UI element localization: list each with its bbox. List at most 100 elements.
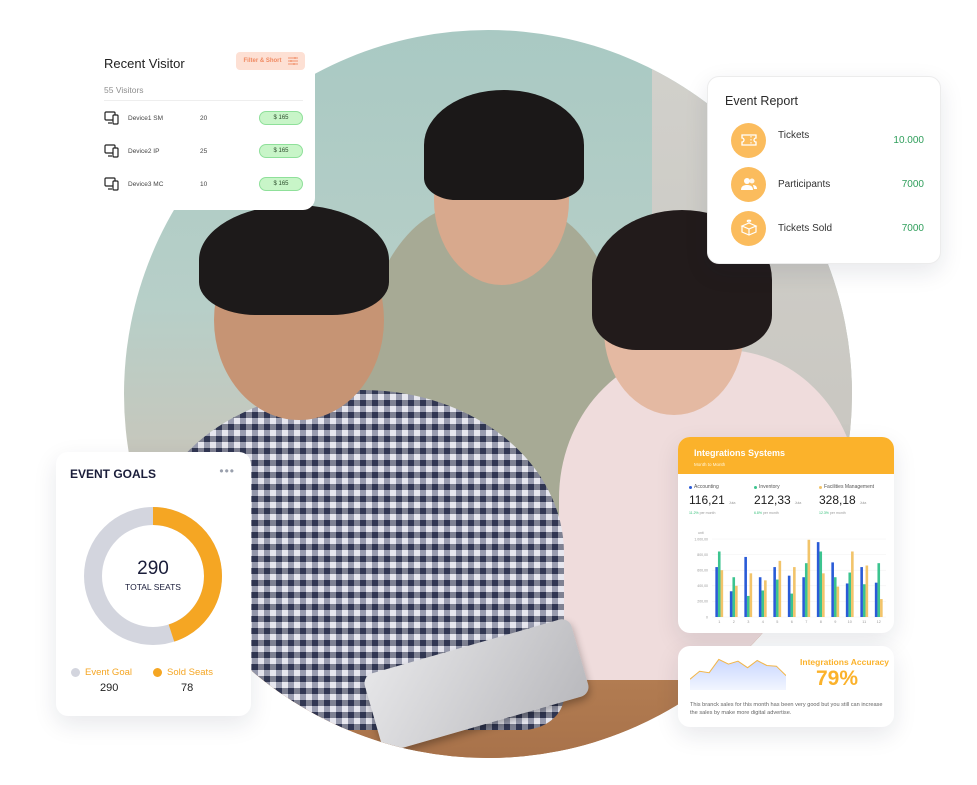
visitor-row[interactable]: Device3 MC 10 $ 165 (104, 174, 303, 194)
report-label: Tickets Sold (778, 222, 833, 234)
bar-facilities-management-6 (793, 567, 796, 617)
report-value: 10.000 (893, 134, 924, 146)
report-value: 7000 (901, 178, 924, 190)
device-amount-badge: $ 165 (259, 111, 303, 125)
metric-unit: Juta (728, 501, 736, 505)
bar-facilities-management-11 (865, 565, 869, 617)
x-tick-label: 6 (791, 620, 793, 624)
bar-inventory-7 (804, 563, 808, 617)
bar-accounting-4 (758, 577, 762, 617)
report-row-tickets-sold: Tickets Sold 7000 (731, 210, 924, 246)
sliders-icon (287, 57, 298, 65)
bar-inventory-11 (862, 584, 866, 617)
report-value: 7000 (901, 222, 924, 234)
bar-inventory-2 (732, 577, 736, 617)
box-icon (731, 210, 766, 246)
metric-dot (819, 485, 822, 489)
recent-visitor-title: Recent Visitor (104, 56, 185, 71)
legend-dot-sold-seats (153, 668, 162, 677)
bar-accounting-6 (787, 575, 791, 617)
metric-label: Facilities Management (824, 484, 875, 490)
metric-inventory: Inventory 212,33 Juta 6.8% per month (754, 484, 801, 515)
metric-value: 328,18 (819, 493, 856, 507)
accuracy-description: This branck sales for this month has bee… (690, 702, 883, 716)
bar-accounting-8 (816, 542, 820, 617)
bar-facilities-management-1 (720, 570, 724, 617)
bar-inventory-10 (848, 572, 852, 617)
visitor-row[interactable]: Device2 IP 25 $ 165 (104, 141, 303, 161)
y-tick-label: 800,00 (697, 553, 708, 557)
metric-change-suffix: per month (699, 511, 716, 515)
devices-icon (104, 144, 119, 158)
device-name: Device2 IP (128, 147, 160, 155)
accuracy-title: Integrations Accuracy (800, 657, 889, 667)
bar-inventory-4 (761, 590, 765, 617)
legend-dot-event-goal (71, 668, 80, 677)
integrations-accuracy-card: Integrations Accuracy 79% This branck sa… (678, 646, 894, 727)
filter-sort-button[interactable]: Filter & Short (236, 52, 305, 70)
metric-label: Accounting (694, 484, 719, 490)
bar-inventory-9 (833, 577, 837, 617)
bar-inventory-1 (717, 551, 721, 617)
device-count: 20 (200, 114, 208, 122)
divider (104, 100, 303, 101)
bar-inventory-5 (775, 579, 779, 617)
metric-change: 6.8% (754, 511, 762, 515)
bar-accounting-2 (729, 591, 733, 617)
bar-accounting-12 (874, 582, 878, 617)
bar-facilities-management-7 (807, 539, 811, 617)
bar-inventory-3 (746, 595, 750, 617)
users-icon (731, 166, 766, 202)
integrations-systems-card: Integrations Systems Month to Month Acco… (678, 437, 894, 633)
accuracy-percent: 79% (816, 667, 859, 690)
bar-facilities-management-2 (735, 585, 738, 617)
devices-icon (104, 177, 119, 191)
report-row-participants: Participants 7000 (731, 166, 924, 202)
bar-facilities-management-8 (822, 573, 825, 617)
device-count: 10 (200, 180, 208, 188)
device-amount-badge: $ 165 (259, 144, 303, 158)
event-report-card: Event Report Tickets 10.000 Participants… (707, 76, 941, 264)
event-goals-card: EVENT GOALS ••• 290 TOTAL SEATS Event Go… (56, 452, 251, 716)
legend-value-sold-seats: 78 (181, 682, 194, 694)
x-tick-label: 5 (776, 620, 778, 624)
y-tick-label: 0 (706, 615, 708, 619)
visitor-row[interactable]: Device1 SM 20 $ 165 (104, 108, 303, 128)
visitor-count: 55 Visitors (104, 85, 144, 95)
bar-inventory-6 (790, 593, 794, 617)
metric-accounting: Accounting 116,21 Juta 11.2% per month (689, 484, 735, 515)
metric-change: 11.2% (689, 511, 699, 515)
devices-icon (104, 111, 119, 125)
event-goals-title: EVENT GOALS (70, 467, 157, 481)
metric-change-suffix: per month (762, 511, 779, 515)
bar-facilities-management-3 (749, 573, 753, 617)
y-tick-label: 200,00 (697, 600, 708, 604)
person-standing-woman-hair (424, 90, 584, 200)
ticket-icon (731, 122, 766, 158)
x-tick-label: 4 (762, 620, 764, 624)
legend-label: Sold Seats (167, 667, 213, 678)
x-tick-label: 3 (747, 620, 749, 624)
metric-dot (754, 485, 757, 489)
metric-unit: Juta (794, 501, 802, 505)
more-horizontal-icon[interactable]: ••• (219, 464, 235, 478)
device-name: Device3 MC (128, 180, 164, 188)
x-tick-label: 1 (718, 620, 720, 624)
bar-facilities-management-12 (880, 599, 883, 617)
bar-inventory-12 (877, 563, 881, 617)
accuracy-sparkline (690, 658, 786, 690)
metric-unit: Juta (859, 501, 867, 505)
y-axis-label: unit (698, 531, 704, 535)
sparkline-area (690, 659, 786, 690)
report-label: Participants (778, 178, 831, 190)
device-amount-badge: $ 165 (259, 177, 303, 191)
bar-accounting-5 (773, 567, 776, 617)
x-tick-label: 12 (877, 620, 881, 624)
metric-value: 212,33 (754, 493, 791, 507)
metric-label: Inventory (759, 484, 780, 490)
legend-sold-seats: Sold Seats (153, 667, 213, 678)
bar-facilities-management-10 (851, 551, 854, 617)
legend-label: Event Goal (85, 667, 132, 678)
recent-visitor-card: Recent Visitor Filter & Short 55 Visitor… (88, 38, 315, 210)
report-label: Tickets (778, 129, 810, 141)
